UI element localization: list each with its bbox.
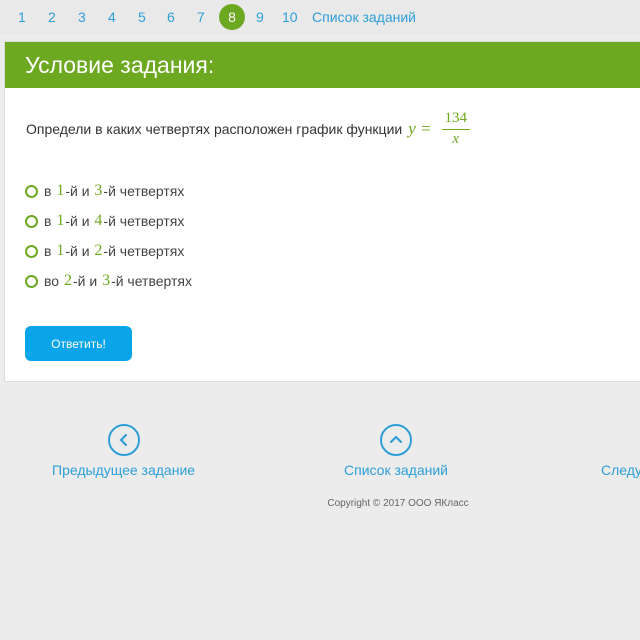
page-link-5[interactable]: 5: [138, 4, 146, 30]
option-quarter-a: 1: [56, 242, 65, 259]
formula-fraction: 134 x: [441, 110, 470, 148]
option-prefix: во: [44, 273, 60, 289]
option-quarter-a: 2: [63, 272, 72, 289]
radio-circle-icon[interactable]: [25, 214, 38, 228]
option-quarter-a: 1: [56, 212, 65, 229]
submit-answer-button[interactable]: Ответить!: [25, 326, 132, 361]
formula-lhs: y =: [408, 119, 432, 138]
answer-option-1[interactable]: в 1 -й и 3 -й четвертях: [25, 176, 192, 206]
previous-task-label[interactable]: Предыдущее задание: [52, 462, 195, 478]
option-quarter-a: 1: [56, 182, 65, 199]
task-title: Условие задания:: [25, 51, 215, 78]
fraction-numerator: 134: [441, 110, 470, 130]
option-mid: -й и: [65, 243, 90, 259]
option-mid: -й и: [65, 183, 90, 199]
option-quarter-b: 3: [102, 272, 111, 289]
page-link-1[interactable]: 1: [18, 4, 26, 30]
function-formula: y = 134 x: [408, 110, 470, 148]
task-list-nav-label[interactable]: Список заданий: [344, 462, 448, 478]
radio-circle-icon[interactable]: [25, 244, 38, 258]
previous-task-link[interactable]: Предыдущее задание: [52, 424, 195, 478]
question: Определи в каких четвертях расположен гр…: [26, 110, 470, 148]
option-suffix: -й четвертях: [103, 243, 185, 259]
option-suffix: -й четвертях: [111, 273, 192, 289]
task-pagination: 1 2 3 4 5 6 7 8 9 10 Список заданий: [0, 0, 640, 34]
chevron-left-circle-icon[interactable]: [107, 424, 140, 456]
chevron-up-circle-icon[interactable]: [380, 424, 412, 456]
fraction-denominator: x: [452, 131, 460, 147]
option-prefix: в: [44, 213, 52, 229]
task-list-link[interactable]: Список заданий: [312, 4, 416, 30]
answer-option-4[interactable]: во 2 -й и 3 -й четвертях: [25, 266, 192, 296]
page-link-10[interactable]: 10: [282, 4, 298, 30]
option-mid: -й и: [65, 213, 90, 229]
radio-circle-icon[interactable]: [25, 274, 38, 288]
page-link-8-active[interactable]: 8: [219, 4, 245, 30]
copyright-text: Copyright © 2017 ООО ЯКласс: [327, 498, 469, 509]
next-task-label[interactable]: Следу: [601, 462, 640, 478]
task-list-nav-link[interactable]: Список заданий: [344, 424, 448, 478]
option-quarter-b: 4: [94, 212, 103, 229]
option-suffix: -й четвертях: [103, 183, 185, 199]
task-panel: Условие задания: Определи в каких четвер…: [4, 41, 640, 382]
page-link-9[interactable]: 9: [256, 4, 264, 30]
option-quarter-b: 2: [94, 242, 103, 259]
radio-circle-icon[interactable]: [25, 184, 38, 198]
page-link-3[interactable]: 3: [78, 4, 86, 30]
option-prefix: в: [44, 183, 52, 199]
option-quarter-b: 3: [94, 182, 103, 199]
option-prefix: в: [44, 243, 52, 259]
page-link-2[interactable]: 2: [48, 4, 56, 30]
page-link-7[interactable]: 7: [197, 4, 205, 30]
task-header: Условие задания:: [5, 42, 640, 88]
answer-option-3[interactable]: в 1 -й и 2 -й четвертях: [25, 236, 192, 266]
answer-option-2[interactable]: в 1 -й и 4 -й четвертях: [25, 206, 192, 236]
answer-options: в 1 -й и 3 -й четвертях в 1 -й и 4 -й четвер…: [25, 176, 192, 296]
option-mid: -й и: [72, 273, 98, 289]
page-link-4[interactable]: 4: [108, 4, 116, 30]
question-text: Определи в каких четвертях расположен гр…: [26, 121, 403, 137]
page-link-6[interactable]: 6: [167, 4, 175, 30]
option-suffix: -й четвертях: [103, 213, 185, 229]
next-task-link[interactable]: Следу: [601, 424, 640, 478]
